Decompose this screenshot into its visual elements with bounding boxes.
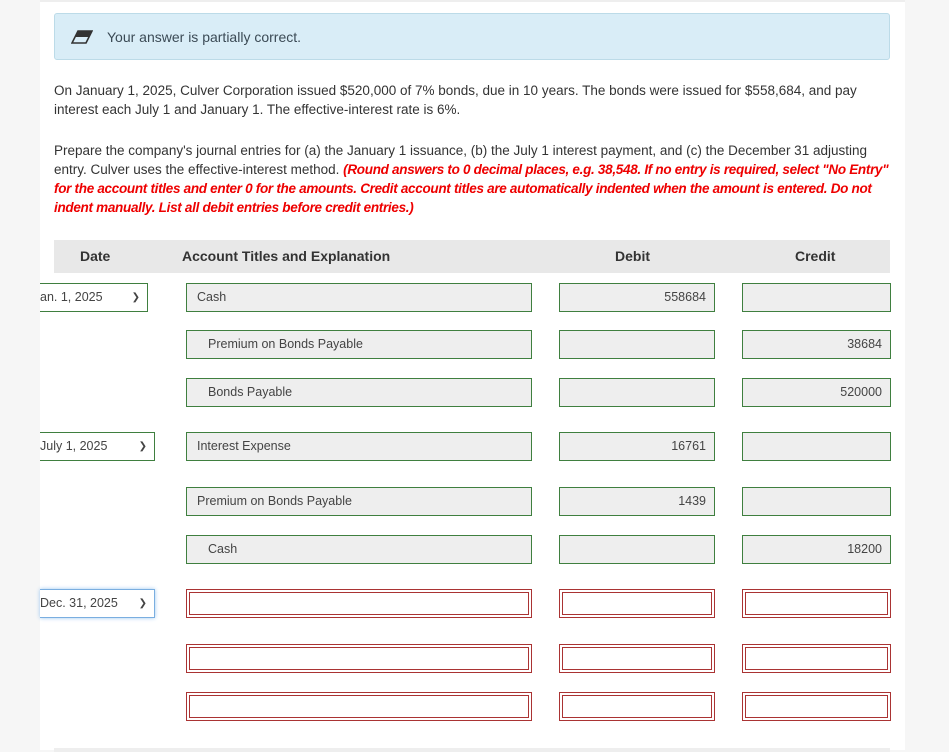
credit-input[interactable] [742, 589, 891, 618]
header-date: Date [80, 248, 111, 264]
credit-input[interactable] [742, 432, 891, 461]
credit-input[interactable] [742, 283, 891, 312]
credit-input[interactable]: 18200 [742, 535, 891, 564]
date-value: an. 1, 2025 [40, 290, 103, 304]
credit-input[interactable] [742, 487, 891, 516]
account-input[interactable] [186, 589, 532, 618]
feedback-text: Your answer is partially correct. [107, 28, 302, 45]
account-input[interactable] [186, 644, 532, 673]
chevron-down-icon: ❯ [138, 441, 147, 452]
account-input[interactable]: Cash [186, 283, 532, 312]
account-input[interactable]: Bonds Payable [186, 378, 532, 407]
debit-input[interactable] [559, 535, 715, 564]
debit-input[interactable]: 558684 [559, 283, 715, 312]
date-select[interactable]: an. 1, 2025 ❯ [40, 283, 148, 312]
date-value: July 1, 2025 [40, 439, 108, 453]
date-select[interactable]: Dec. 31, 2025 ❯ [40, 589, 155, 618]
debit-input[interactable] [559, 644, 715, 673]
credit-input[interactable]: 38684 [742, 330, 891, 359]
date-select[interactable]: July 1, 2025 ❯ [40, 432, 155, 461]
eraser-icon [71, 29, 93, 44]
table-header: Date Account Titles and Explanation Debi… [54, 240, 890, 273]
question-card: Your answer is partially correct. On Jan… [40, 0, 905, 752]
date-value: Dec. 31, 2025 [40, 596, 118, 610]
debit-input[interactable] [559, 378, 715, 407]
account-input[interactable]: Cash [186, 535, 532, 564]
header-account: Account Titles and Explanation [182, 248, 391, 264]
account-input[interactable]: Premium on Bonds Payable [186, 487, 532, 516]
header-credit: Credit [795, 248, 836, 264]
chevron-down-icon: ❯ [138, 598, 147, 609]
debit-input[interactable] [559, 330, 715, 359]
instructions: Prepare the company's journal entries fo… [54, 141, 890, 217]
header-debit: Debit [615, 248, 650, 264]
debit-input[interactable] [559, 589, 715, 618]
debit-input[interactable]: 1439 [559, 487, 715, 516]
account-input[interactable]: Premium on Bonds Payable [186, 330, 532, 359]
debit-input[interactable]: 16761 [559, 432, 715, 461]
account-input[interactable]: Interest Expense [186, 432, 532, 461]
credit-input[interactable]: 520000 [742, 378, 891, 407]
credit-input[interactable] [742, 644, 891, 673]
divider [54, 748, 890, 752]
account-input[interactable] [186, 692, 532, 721]
debit-input[interactable] [559, 692, 715, 721]
feedback-banner: Your answer is partially correct. [54, 13, 890, 60]
credit-input[interactable] [742, 692, 891, 721]
problem-text: On January 1, 2025, Culver Corporation i… [54, 83, 857, 117]
chevron-down-icon: ❯ [131, 292, 140, 303]
